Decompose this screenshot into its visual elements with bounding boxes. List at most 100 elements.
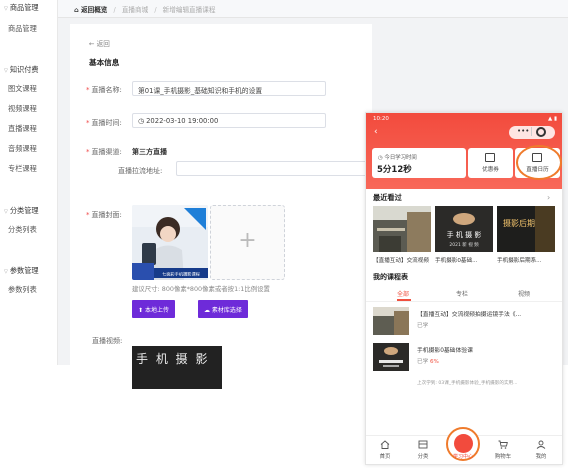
breadcrumb-home[interactable]: ⌂ 返回概览 bbox=[74, 6, 107, 14]
recent-thumb-2[interactable]: 手 机 摄 影 2021 新 视 频 bbox=[435, 206, 493, 252]
recent-thumb-2-title: 手 机 摄 影 bbox=[447, 230, 482, 239]
home-icon bbox=[380, 440, 390, 449]
status-icons: ▲ ▮ bbox=[547, 116, 557, 122]
video-label: 直播视频: bbox=[92, 337, 123, 345]
time-label: * 直播时间: bbox=[86, 119, 122, 127]
nav-home[interactable]: 首页 bbox=[370, 438, 400, 460]
breadcrumb-bar: ⌂ 返回概览 / 直播商城 / 新增编辑直播课程 bbox=[58, 0, 568, 18]
live-time-input[interactable]: ◷ 2022-03-10 19:00:00 bbox=[132, 113, 326, 128]
section-title: 基本信息 bbox=[89, 58, 120, 67]
course-title-2[interactable]: 手机摄影0基础体验课 bbox=[417, 345, 473, 354]
tab-all[interactable]: 全部 bbox=[397, 289, 409, 298]
sidebar-group-params[interactable]: ▽ 参数管理 bbox=[4, 266, 39, 276]
home-icon: ⌂ bbox=[74, 6, 82, 14]
sidebar-item-article[interactable]: 图文课程 bbox=[8, 84, 37, 94]
caret-icon: ▽ bbox=[4, 209, 8, 215]
caret-icon: ▽ bbox=[4, 68, 8, 74]
caret-icon: ▽ bbox=[4, 6, 8, 12]
cover-upload-box[interactable]: + bbox=[210, 205, 285, 280]
back-icon[interactable]: ‹ bbox=[374, 127, 378, 137]
sidebar-item-audio[interactable]: 音频课程 bbox=[8, 144, 37, 154]
divider bbox=[366, 301, 562, 302]
course-title-1[interactable]: 【直播互动】交流视频拍摄运镜手法《... bbox=[417, 309, 521, 318]
phone-header: 10:20 ▲ ▮ ‹ ••• ◷ 今日学习时间 5分12秒 优惠券 直播日历 bbox=[366, 113, 562, 189]
breadcrumb-separator: / bbox=[154, 6, 157, 14]
caret-icon: ▽ bbox=[4, 269, 8, 275]
material-library-button[interactable]: ☁ 素材库选择 bbox=[198, 300, 248, 318]
course-meta-2: 已学 6% bbox=[417, 359, 439, 365]
sidebar-item-column[interactable]: 专栏课程 bbox=[8, 164, 37, 174]
video-thumbnail: 手 机 摄 影 bbox=[132, 346, 222, 389]
course-meta-1: 已学 bbox=[417, 323, 429, 329]
miniapp-capsule[interactable]: ••• bbox=[509, 126, 555, 139]
sidebar-group-goods[interactable]: ▽ 商品管理 bbox=[4, 3, 39, 13]
recent-thumb-1[interactable] bbox=[373, 206, 431, 252]
course-last-studied: 上次学到: 03课_手机摄影体验_手机摄影的实用... bbox=[417, 381, 518, 386]
sidebar-item-goods[interactable]: 商品管理 bbox=[8, 24, 37, 34]
sidebar: ▽ 商品管理 商品管理 ▽ 知识付费 图文课程 视频课程 直播课程 音频课程 专栏课… bbox=[0, 0, 58, 365]
ticket-icon bbox=[485, 153, 495, 162]
sidebar-group-category[interactable]: ▽ 分类管理 bbox=[4, 206, 39, 216]
study-time-value: 5分12秒 bbox=[377, 165, 412, 175]
recent-caption-3: 手机摄影后期系... bbox=[497, 258, 542, 264]
my-schedule-title: 我的课程表 bbox=[373, 273, 408, 281]
phone-preview: 10:20 ▲ ▮ ‹ ••• ◷ 今日学习时间 5分12秒 优惠券 直播日历 … bbox=[365, 112, 563, 465]
name-label: * 直播名称: bbox=[86, 86, 122, 94]
form-card: ← 返回 基本信息 * 直播名称: 第01课_手机摄影_基础知识和手机的设置 * 直… bbox=[70, 24, 372, 389]
course-thumb-2-image bbox=[373, 343, 409, 371]
recent-thumb-3-image: 摄影后期 bbox=[497, 206, 555, 252]
recent-thumb-1-image bbox=[373, 206, 431, 252]
breadcrumb: ⌂ 返回概览 / 直播商城 / 新增编辑直播课程 bbox=[74, 4, 215, 14]
push-url-label: 直播拉流地址: bbox=[118, 167, 163, 175]
nav-category[interactable]: 分类 bbox=[408, 438, 438, 460]
coupon-card[interactable]: 优惠券 bbox=[468, 148, 513, 178]
nav-study-center[interactable]: 学习中心 bbox=[446, 427, 480, 461]
live-name-input[interactable]: 第01课_手机摄影_基础知识和手机的设置 bbox=[132, 81, 326, 96]
sidebar-item-video[interactable]: 视频课程 bbox=[8, 104, 37, 114]
course-thumb-2[interactable] bbox=[373, 343, 409, 371]
tab-column[interactable]: 专栏 bbox=[456, 289, 468, 298]
category-icon bbox=[418, 440, 428, 449]
capsule-divider bbox=[531, 127, 532, 136]
status-time: 10:20 bbox=[373, 116, 389, 122]
bottom-nav: 首页 分类 学习中心 购物车 我的 bbox=[366, 427, 562, 464]
cover-photo: 七面彩手机摄影课程 bbox=[132, 205, 208, 280]
cart-icon bbox=[498, 440, 508, 449]
highlight-ring bbox=[516, 145, 562, 180]
sidebar-item-live[interactable]: 直播课程 bbox=[8, 124, 37, 134]
recent-thumb-3[interactable]: 摄影后期 bbox=[497, 206, 555, 252]
recent-caption-1: 【直播互动】交流视频 bbox=[373, 258, 429, 264]
cloud-icon: ☁ bbox=[204, 307, 212, 314]
channel-value: 第三方直播 bbox=[132, 148, 167, 156]
study-time-label: ◷ 今日学习时间 bbox=[378, 155, 417, 161]
recent-title: 最近看过 bbox=[373, 193, 402, 202]
course-thumb-1[interactable] bbox=[373, 307, 409, 335]
push-url-input[interactable] bbox=[176, 161, 372, 176]
user-icon bbox=[536, 440, 546, 449]
recent-thumb-2-image: 手 机 摄 影 2021 新 视 频 bbox=[435, 206, 493, 252]
breadcrumb-parent[interactable]: 直播商城 bbox=[122, 6, 148, 14]
sidebar-group-knowledge[interactable]: ▽ 知识付费 bbox=[4, 65, 39, 75]
sidebar-item-param-list[interactable]: 参数列表 bbox=[8, 285, 37, 295]
coupon-label: 优惠券 bbox=[482, 167, 499, 173]
cover-label: * 直播封面: bbox=[86, 211, 122, 219]
cover-size-hint: 建议尺寸: 800像素*800像素或者按1:1比例设置 bbox=[132, 285, 270, 293]
back-link[interactable]: ← 返回 bbox=[89, 38, 110, 48]
breadcrumb-separator: / bbox=[113, 6, 116, 14]
sidebar-item-category-list[interactable]: 分类列表 bbox=[8, 225, 37, 235]
upload-icon: ⬆ bbox=[138, 307, 145, 314]
upload-local-button[interactable]: ⬆ 本地上传 bbox=[132, 300, 175, 318]
study-time-card: ◷ 今日学习时间 5分12秒 bbox=[372, 148, 466, 178]
more-icon[interactable]: ••• bbox=[517, 127, 529, 135]
recent-thumb-3-title: 摄影后期 bbox=[503, 218, 535, 228]
nav-profile[interactable]: 我的 bbox=[526, 438, 556, 460]
chevron-right-icon[interactable]: › bbox=[547, 193, 550, 202]
video-thumbnail-text: 手 机 摄 影 bbox=[136, 352, 210, 366]
tab-video[interactable]: 视频 bbox=[518, 289, 530, 298]
recent-caption-2: 手机摄影0基础... bbox=[435, 258, 478, 264]
close-circle-icon[interactable] bbox=[536, 127, 546, 137]
course-thumb-1-image bbox=[373, 307, 409, 335]
cover-image: 七面彩手机摄影课程 bbox=[132, 205, 208, 280]
nav-cart[interactable]: 购物车 bbox=[488, 438, 518, 460]
graduation-cap-icon bbox=[454, 434, 473, 453]
